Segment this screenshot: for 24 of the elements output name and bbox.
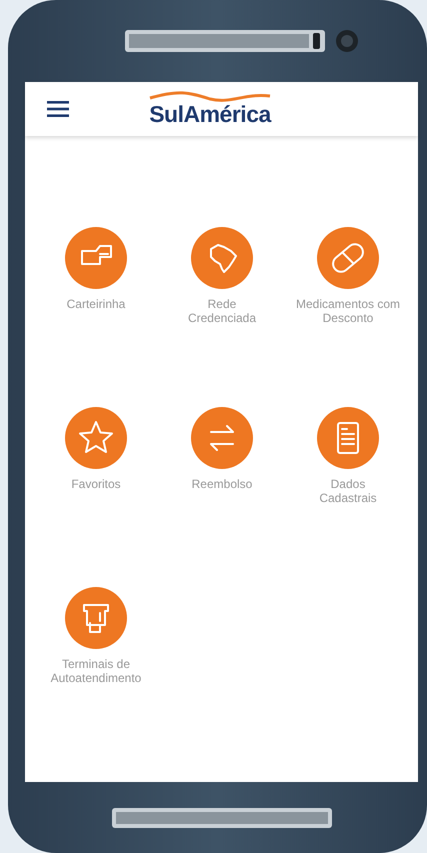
arrows-icon <box>191 407 253 469</box>
menu-tile[interactable]: Carteirinha <box>33 227 159 342</box>
menu-icon <box>47 101 69 117</box>
menu-tile[interactable]: Rede Credenciada <box>159 227 285 342</box>
menu-tile[interactable]: Medicamentos com Desconto <box>285 227 411 342</box>
wave-logo-icon <box>148 90 272 102</box>
tile-label: Rede Credenciada <box>188 297 256 325</box>
brand-logo: SulAmérica <box>149 100 271 128</box>
menu-tile[interactable]: Reembolso <box>159 407 285 522</box>
document-icon <box>317 407 379 469</box>
pill-icon <box>317 227 379 289</box>
tile-label: Terminais de Autoatendimento <box>50 657 142 685</box>
tile-label: Favoritos <box>71 477 121 491</box>
camera-icon <box>334 29 358 53</box>
menu-tile[interactable]: Terminais de Autoatendimento <box>33 587 159 702</box>
map-icon <box>191 227 253 289</box>
menu-tile[interactable]: Dados Cadastrais <box>285 407 411 522</box>
terminal-icon <box>65 587 127 649</box>
tile-label: Dados Cadastrais <box>319 477 377 505</box>
card-icon <box>65 227 127 289</box>
tile-label: Medicamentos com Desconto <box>296 297 400 325</box>
menu-tile[interactable]: Favoritos <box>33 407 159 522</box>
tile-label: Carteirinha <box>66 297 126 311</box>
tile-label: Reembolso <box>192 477 252 491</box>
